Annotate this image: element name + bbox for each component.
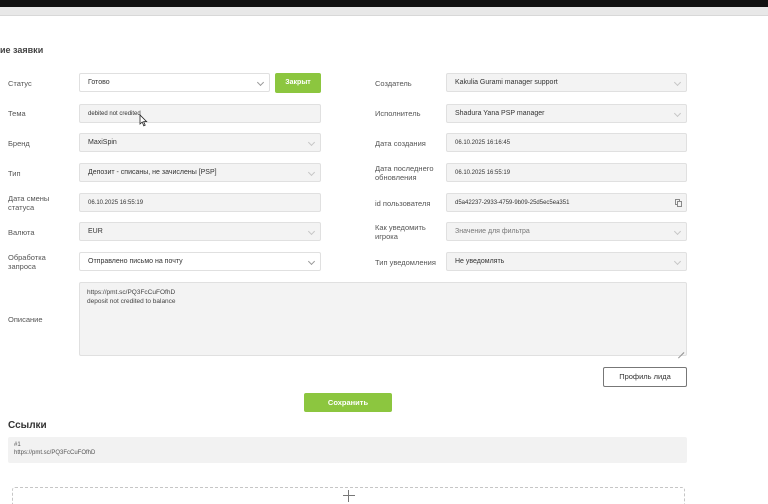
status-changed-value: 06.10.2025 16:55:19 (88, 200, 144, 206)
links-title: Ссылки (8, 420, 47, 431)
copy-icon[interactable] (675, 199, 683, 207)
type-select[interactable]: Депозит - списаны, не зачислены [PSP] (79, 163, 321, 182)
updated-value: 06.10.2025 16:55:19 (455, 170, 511, 176)
notify-how-label: Как уведомить игрока (375, 223, 426, 241)
created-value: 06.10.2025 16:16:45 (455, 140, 511, 146)
creator-label: Создатель (375, 79, 412, 88)
currency-label: Валюта (8, 228, 35, 237)
chevron-down-icon (673, 78, 682, 87)
mouse-cursor-icon (139, 114, 148, 127)
brand-label: Бренд (8, 139, 30, 148)
save-button[interactable]: Сохранить (304, 393, 392, 412)
chevron-down-icon (307, 227, 316, 236)
top-bar (0, 0, 768, 7)
brand-value: MaxiSpin (88, 139, 117, 146)
notify-how-select[interactable]: Значение для фильтра (446, 222, 687, 241)
creator-value: Kakulia Gurami manager support (455, 79, 558, 86)
closed-status-button[interactable]: Закрыт (275, 73, 321, 93)
resize-handle-icon[interactable] (678, 347, 684, 353)
updated-field: 06.10.2025 16:55:19 (446, 163, 687, 182)
chevron-down-icon (256, 78, 265, 87)
chevron-down-icon (307, 168, 316, 177)
user-id-field: d5a42237-2933-4759-9b09-25d5ec5ea351 (446, 193, 687, 212)
topic-value: debited not credited (88, 111, 141, 117)
topic-input[interactable]: debited not credited (79, 104, 321, 123)
notify-type-select[interactable]: Не уведомлять (446, 252, 687, 271)
status-label: Статус (8, 79, 32, 88)
notify-type-value: Не уведомлять (455, 258, 505, 265)
description-line: https://pmt.sc/PQ3FcCuFOfhD (87, 289, 176, 296)
status-changed-field: 06.10.2025 16:55:19 (79, 193, 321, 212)
created-field: 06.10.2025 16:16:45 (446, 133, 687, 152)
brand-select[interactable]: MaxiSpin (79, 133, 321, 152)
chevron-down-icon (307, 257, 316, 266)
processing-label: Обработка запроса (8, 253, 46, 271)
chevron-down-icon (307, 138, 316, 147)
lead-profile-button[interactable]: Профиль лида (603, 367, 687, 387)
links-list: #1 https://pmt.sc/PQ3FcCuFOfhD (8, 437, 687, 463)
user-id-label: id пользователя (375, 199, 431, 208)
status-changed-label: Дата смены статуса (8, 194, 50, 212)
notify-how-placeholder: Значение для фильтра (455, 228, 530, 235)
type-label: Тип (8, 169, 21, 178)
processing-value: Отправлено письмо на почту (88, 258, 183, 265)
assignee-select[interactable]: Shadura Yana PSP manager (446, 104, 687, 123)
status-value: Готово (88, 79, 110, 86)
updated-label: Дата последнего обновления (375, 164, 434, 182)
chevron-down-icon (673, 109, 682, 118)
description-label: Описание (8, 315, 43, 324)
currency-select[interactable]: EUR (79, 222, 321, 241)
plus-icon (343, 490, 355, 502)
assignee-label: Исполнитель (375, 109, 421, 118)
notify-type-label: Тип уведомления (375, 258, 436, 267)
description-textarea[interactable]: https://pmt.sc/PQ3FcCuFOfhD deposit not … (79, 282, 687, 356)
link-index: #1 (14, 442, 21, 448)
add-link-area[interactable] (12, 487, 685, 504)
link-url[interactable]: https://pmt.sc/PQ3FcCuFOfhD (14, 449, 681, 457)
description-line: deposit not credited to balance (87, 298, 176, 305)
top-strip (0, 7, 768, 16)
currency-value: EUR (88, 228, 103, 235)
processing-select[interactable]: Отправлено письмо на почту (79, 252, 321, 271)
status-select[interactable]: Готово (79, 73, 270, 92)
created-label: Дата создания (375, 139, 426, 148)
chevron-down-icon (673, 257, 682, 266)
page-title: ие заявки (0, 45, 44, 55)
creator-select[interactable]: Kakulia Gurami manager support (446, 73, 687, 92)
user-id-value: d5a42237-2933-4759-9b09-25d5ec5ea351 (455, 200, 570, 206)
type-value: Депозит - списаны, не зачислены [PSP] (88, 169, 217, 176)
topic-label: Тема (8, 109, 26, 118)
assignee-value: Shadura Yana PSP manager (455, 110, 545, 117)
chevron-down-icon (673, 227, 682, 236)
